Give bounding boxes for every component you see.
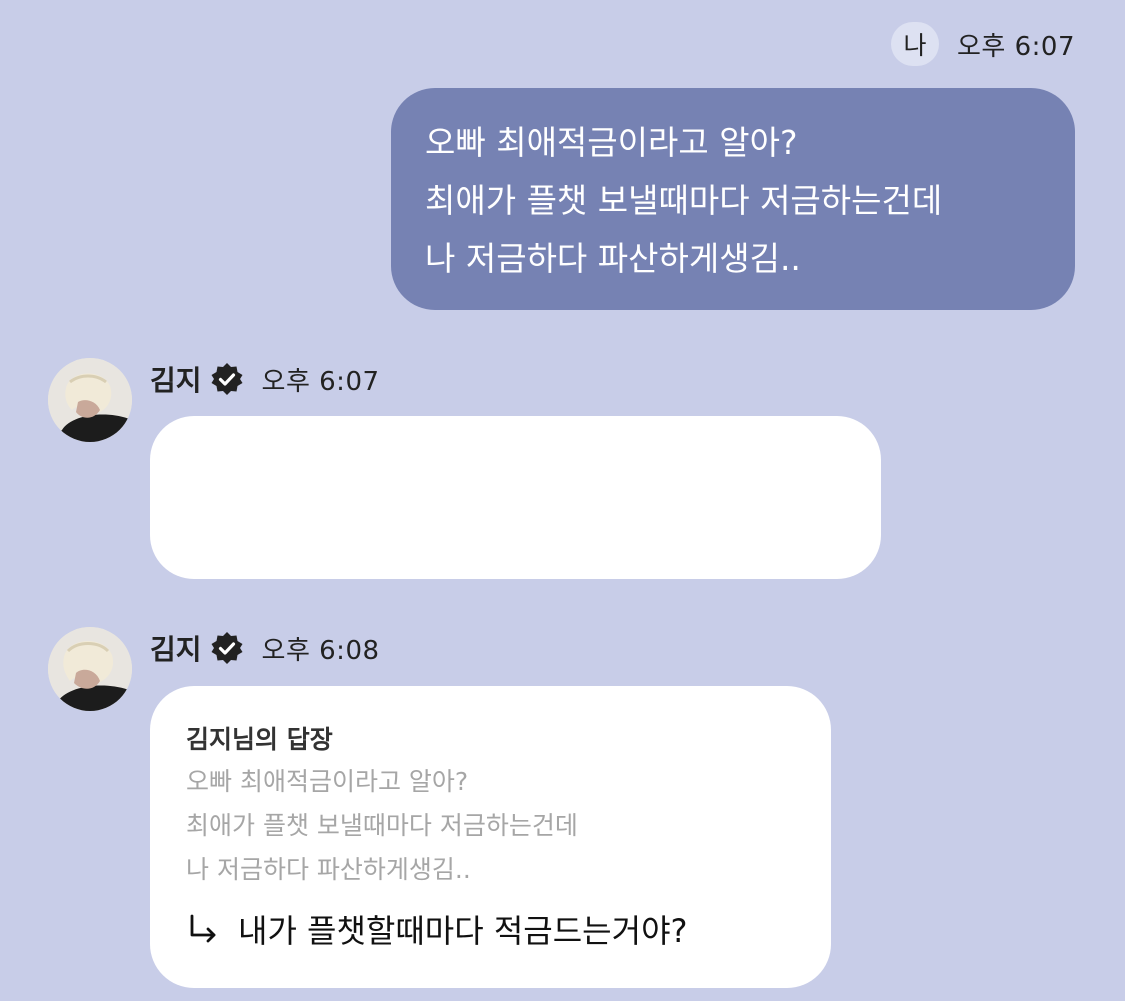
artist-avatar-image	[48, 358, 132, 442]
artist-avatar[interactable]	[48, 627, 132, 711]
reply-title: 김지님의 답장	[186, 725, 333, 754]
quoted-message-line: 나 저금하다 파산하게생김..	[186, 855, 471, 884]
my-message-line: 오빠 최애적금이라고 알아?	[425, 123, 798, 162]
my-message-bubble[interactable]: 오빠 최애적금이라고 알아? 최애가 플챗 보낼때마다 저금하는건데 나 저금하…	[391, 88, 1075, 310]
my-message-line: 나 저금하다 파산하게생김..	[425, 239, 801, 278]
artist-message-time: 오후 6:08	[261, 635, 380, 666]
quoted-message-line: 오빠 최애적금이라고 알아?	[186, 767, 469, 796]
verified-badge-icon	[211, 363, 243, 395]
artist-message-bubble[interactable]	[150, 416, 881, 579]
reply-answer-text: 내가 플챗할때마다 적금드는거야?	[238, 912, 688, 950]
artist-message-time: 오후 6:07	[261, 366, 380, 397]
quoted-message-line: 최애가 플챗 보낼때마다 저금하는건데	[186, 811, 578, 840]
reply-arrow-icon	[190, 914, 216, 943]
my-message-line: 최애가 플챗 보낼때마다 저금하는건데	[425, 181, 943, 220]
artist-avatar-image	[48, 627, 132, 711]
my-sender-chip: 나	[891, 22, 939, 66]
verified-badge-icon	[211, 632, 243, 664]
artist-avatar[interactable]	[48, 358, 132, 442]
artist-message-header: 김지 오후 6:07	[150, 358, 380, 400]
reply-answer: 내가 플챗할때마다 적금드는거야?	[186, 906, 795, 952]
artist-name[interactable]: 김지	[150, 359, 202, 399]
my-message-time: 오후 6:07	[957, 31, 1075, 62]
artist-name[interactable]: 김지	[150, 628, 202, 668]
artist-reply-bubble[interactable]: 김지님의 답장 오빠 최애적금이라고 알아? 최애가 플챗 보낼때마다 저금하는…	[150, 686, 831, 988]
my-message-header: 나 오후 6:07	[891, 22, 1075, 66]
artist-message-header: 김지 오후 6:08	[150, 627, 380, 669]
